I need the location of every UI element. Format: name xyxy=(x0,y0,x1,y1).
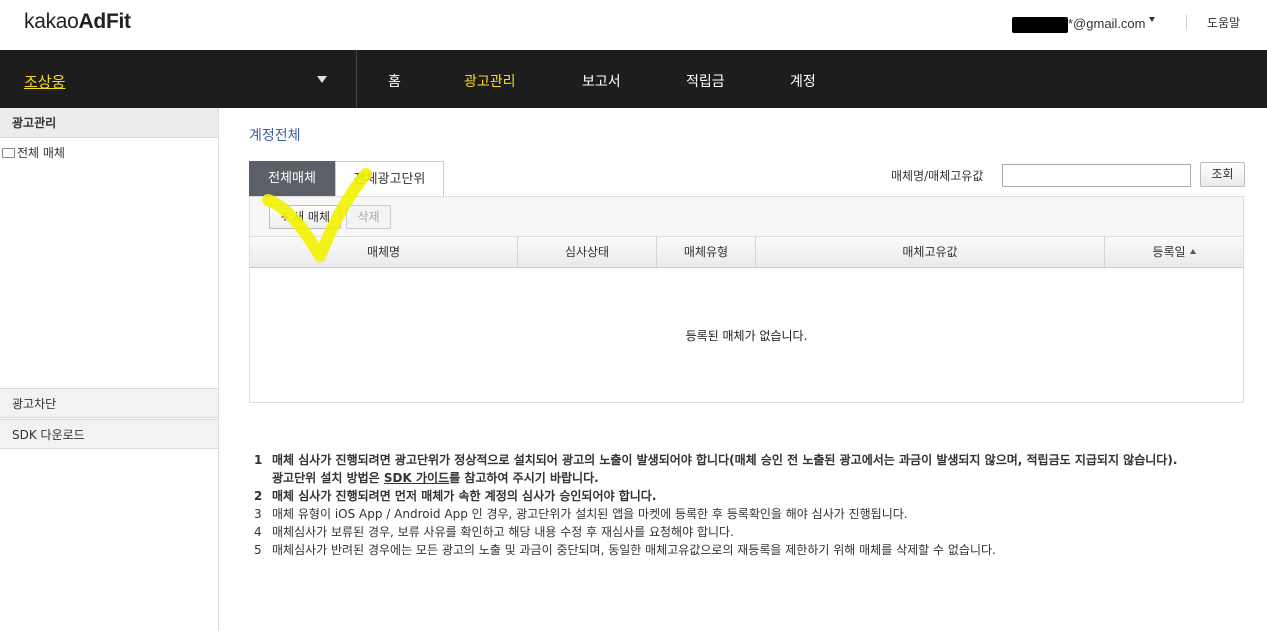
note-3: 3 매체 유형이 iOS App / Android App 인 경우, 광고단위… xyxy=(254,505,1246,523)
column-media-unique-id[interactable]: 매체고유값 xyxy=(756,237,1105,267)
nav-divider xyxy=(356,50,357,108)
main-nav: 조상웅 홈 광고관리 보고서 적립금 계정 xyxy=(0,50,1267,108)
account-email: *@gmail.com xyxy=(1068,16,1146,31)
search-input[interactable] xyxy=(1002,164,1191,187)
tree-item-all-media[interactable]: 전체 매체 xyxy=(2,144,65,161)
redacted-email-prefix xyxy=(1012,16,1068,33)
note-number: 5 xyxy=(254,543,262,557)
topbar-divider xyxy=(1186,15,1187,29)
sort-ascending-icon xyxy=(1189,249,1196,254)
column-media-name[interactable]: 매체명 xyxy=(250,237,518,267)
tab-all-media[interactable]: 전체매체 xyxy=(249,161,335,196)
note-text: 매체 심사가 진행되려면 먼저 매체가 속한 계정의 심사가 승인되어야 합니다… xyxy=(272,489,657,503)
top-bar: kakaoAdFit *@gmail.com 도움말 xyxy=(0,0,1267,50)
sidebar: 광고관리 전체 매체 광고차단 SDK 다운로드 xyxy=(0,108,219,631)
note-number: 4 xyxy=(254,525,262,539)
note-1: 1 매체 심사가 진행되려면 광고단위가 정상적으로 설치되어 광고의 노출이 발… xyxy=(254,451,1246,469)
sidebar-section-ad-block[interactable]: 광고차단 xyxy=(0,388,218,418)
account-selector[interactable]: 조상웅 xyxy=(24,71,65,92)
account-selector-caret-icon[interactable] xyxy=(317,76,327,83)
table-header: 매체명 심사상태 매체유형 매체고유값 등록일 xyxy=(250,237,1243,268)
note-sub-after: 를 참고하여 주시기 바랍니다. xyxy=(449,471,599,485)
delete-button[interactable]: 삭제 xyxy=(346,205,391,229)
note-text: 매체심사가 반려된 경우에는 모든 광고의 노출 및 과금이 중단되며, 동일한… xyxy=(272,543,996,557)
search-label: 매체명/매체고유값 xyxy=(891,169,984,183)
empty-message: 등록된 매체가 없습니다. xyxy=(685,329,808,343)
sdk-guide-link[interactable]: SDK 가이드 xyxy=(384,471,449,485)
new-media-label: 새 매체 xyxy=(293,210,330,224)
search-button[interactable]: 조회 xyxy=(1200,162,1245,187)
table-toolbar: + 새 매체 삭제 xyxy=(250,197,1243,237)
notes: 1 매체 심사가 진행되려면 광고단위가 정상적으로 설치되어 광고의 노출이 발… xyxy=(254,451,1246,559)
note-text: 매체 심사가 진행되려면 광고단위가 정상적으로 설치되어 광고의 노출이 발생… xyxy=(272,453,1178,467)
logo-suffix: AdFit xyxy=(78,10,131,33)
sidebar-section-sdk-download[interactable]: SDK 다운로드 xyxy=(0,419,218,449)
nav-reserves[interactable]: 적립금 xyxy=(686,71,725,91)
note-sub-before: 광고단위 설치 방법은 xyxy=(272,471,384,485)
column-registered-date[interactable]: 등록일 xyxy=(1105,237,1243,267)
nav-ad-management[interactable]: 광고관리 xyxy=(464,71,516,91)
note-5: 5 매체심사가 반려된 경우에는 모든 광고의 노출 및 과금이 중단되며, 동일… xyxy=(254,541,1246,559)
logo-prefix: kakao xyxy=(24,10,79,33)
note-1-sub: 광고단위 설치 방법은 SDK 가이드를 참고하여 주시기 바랍니다. xyxy=(254,469,1246,487)
note-number: 3 xyxy=(254,507,262,521)
nav-home[interactable]: 홈 xyxy=(388,71,401,91)
note-number: 1 xyxy=(254,453,263,467)
account-caret-icon[interactable] xyxy=(1149,17,1155,22)
note-text: 매체 유형이 iOS App / Android App 인 경우, 광고단위가… xyxy=(272,507,908,521)
account-menu[interactable]: *@gmail.com xyxy=(1012,15,1146,33)
help-link[interactable]: 도움말 xyxy=(1207,14,1240,31)
note-text: 매체심사가 보류된 경우, 보류 사유를 확인하고 해당 내용 수정 후 재심사… xyxy=(272,525,734,539)
plus-icon: + xyxy=(280,210,291,224)
sidebar-section-ad-management[interactable]: 광고관리 xyxy=(0,108,218,138)
note-2: 2 매체 심사가 진행되려면 먼저 매체가 속한 계정의 심사가 승인되어야 합니… xyxy=(254,487,1246,505)
nav-reports[interactable]: 보고서 xyxy=(582,71,621,91)
note-number: 2 xyxy=(254,489,263,503)
note-4: 4 매체심사가 보류된 경우, 보류 사유를 확인하고 해당 내용 수정 후 재심… xyxy=(254,523,1246,541)
tree-item-label: 전체 매체 xyxy=(17,146,65,160)
kakao-adfit-logo[interactable]: kakaoAdFit xyxy=(24,10,131,34)
media-table-panel: + 새 매체 삭제 매체명 심사상태 매체유형 매체고유값 등록일 등록된 매체가… xyxy=(249,196,1244,403)
page-title: 계정전체 xyxy=(249,128,301,144)
column-media-type[interactable]: 매체유형 xyxy=(657,237,756,267)
column-review-status[interactable]: 심사상태 xyxy=(518,237,657,267)
nav-account[interactable]: 계정 xyxy=(790,71,816,91)
tab-all-ad-units[interactable]: 전체광고단위 xyxy=(335,161,444,196)
column-registered-date-label: 등록일 xyxy=(1152,245,1186,259)
folder-icon xyxy=(2,147,15,158)
new-media-button[interactable]: + 새 매체 xyxy=(269,205,341,229)
